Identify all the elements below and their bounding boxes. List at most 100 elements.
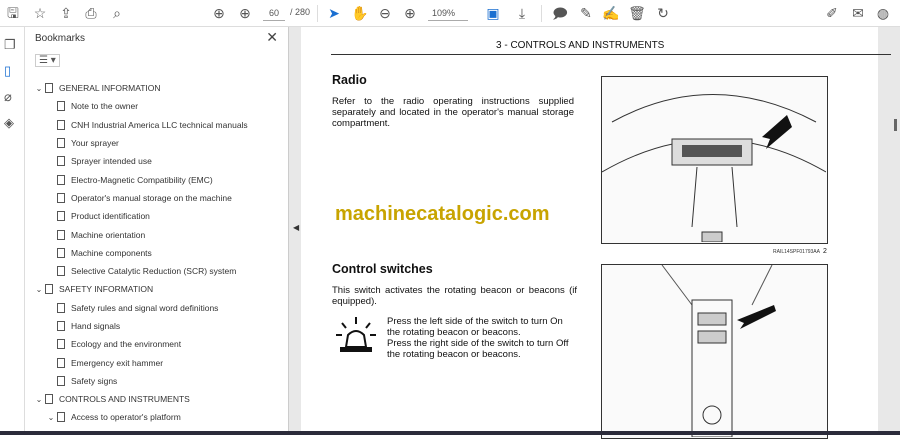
chevron-down-icon[interactable]: ⌄ [33,84,45,93]
scroll-mode-icon[interactable]: ⤓ [513,4,531,22]
save-icon[interactable]: 🖫 [4,4,22,22]
radio-figure [601,76,828,244]
radio-text: Refer to the radio operating instruction… [332,96,574,129]
bookmark-label: Operator's manual storage on the machine [71,192,232,203]
email-icon[interactable]: ✉ [849,4,867,22]
bookmark-item[interactable]: CNH Industrial America LLC technical man… [25,116,283,134]
bookmark-item[interactable]: Machine orientation [25,225,283,243]
bookmark-star-icon[interactable]: ☆ [31,4,49,22]
sign-icon[interactable]: ✍ [602,4,620,22]
bookmark-icon [57,211,65,222]
figure-caption: RAIL14SPF01793AA [773,249,820,255]
bookmarks-title: Bookmarks [35,33,86,44]
bookmark-item[interactable]: Emergency exit hammer [25,353,283,371]
bookmark-label: GENERAL INFORMATION [59,83,161,94]
bookmark-icon [57,266,65,277]
bookmark-icon [57,192,65,203]
bookmark-icon [45,394,53,405]
bookmark-icon [57,229,65,240]
fill-sign-icon[interactable]: ✐ [823,4,841,22]
bookmark-label: Safety rules and signal word definitions [71,302,219,313]
bookmark-icon [57,412,65,423]
print-icon[interactable]: ⎙ [82,4,100,22]
layers-icon[interactable]: ◈ [4,115,14,131]
bookmark-item[interactable]: Selective Catalytic Reduction (SCR) syst… [25,262,283,280]
zoom-out-icon[interactable]: ⊖ [376,4,394,22]
bookmark-label: Emergency exit hammer [71,357,164,368]
bookmark-item[interactable]: Hand signals [25,317,283,335]
bookmark-icon [57,321,65,331]
delete-icon[interactable]: 🗑 [628,4,646,22]
page-number-input[interactable]: 60 [263,5,285,21]
beacon-icon [336,317,376,352]
bookmark-item[interactable]: ⌄ CONTROLS AND INSTRUMENTS [25,390,283,408]
bookmark-label: Safety signs [71,375,118,386]
switch-figure [601,264,828,439]
close-icon[interactable]: ✕ [266,29,278,46]
search-icon[interactable]: ⌕ [108,4,126,22]
collapse-left-icon[interactable]: ◀ [293,223,299,232]
collapse-right-handle[interactable] [894,119,897,131]
bookmark-icon [57,247,65,258]
bookmark-item[interactable]: Ecology and the environment [25,335,283,353]
bookmark-icon [57,101,65,112]
bookmark-label: CONTROLS AND INSTRUMENTS [59,394,190,405]
bookmark-item[interactable]: Operator's manual storage on the machine [25,189,283,207]
bookmark-label: Product identification [71,211,150,222]
figure-number: 2 [823,248,827,255]
zoom-select[interactable]: 109% [428,5,468,21]
bookmark-label: SAFETY INFORMATION [59,284,154,295]
bookmark-item[interactable]: Safety rules and signal word definitions [25,299,283,317]
bookmark-item[interactable]: ⌄ SAFETY INFORMATION [25,280,283,298]
bookmark-label: CNH Industrial America LLC technical man… [71,119,248,130]
next-page-icon[interactable]: ⊕ [236,4,254,22]
upload-icon[interactable]: ⇪ [57,4,75,22]
bookmark-label: Note to the owner [71,101,139,112]
bookmark-item[interactable]: Product identification [25,207,283,225]
chevron-down-icon[interactable]: ⌄ [33,285,45,294]
bookmark-icon [57,138,65,149]
bookmark-item[interactable]: Safety signs [25,372,283,390]
bookmark-label: Selective Catalytic Reduction (SCR) syst… [71,266,237,277]
page-header: 3 - CONTROLS AND INSTRUMENTS [496,40,665,51]
switch-on-text: Press the left side of the switch to tur… [387,316,563,338]
attachment-icon[interactable]: ⌀ [4,89,12,105]
fit-page-icon[interactable]: ▣ [484,4,502,22]
hand-icon[interactable]: ✋ [351,4,369,22]
radio-heading: Radio [332,73,367,87]
bookmark-item[interactable]: Machine components [25,244,283,262]
select-cursor-icon[interactable]: ➤ [325,4,343,22]
pdf-page: 3 - CONTROLS AND INSTRUMENTS Radio Refer… [301,27,891,439]
chevron-down-icon[interactable]: ⌄ [33,395,45,404]
zoom-in-icon[interactable]: ⊕ [401,4,419,22]
side-rail: ❐ ▯ ⌀ ◈ [0,27,25,435]
bookmark-icon [57,119,65,130]
switch-text: This switch activates the rotating beaco… [332,285,577,307]
rotate-icon[interactable]: ↻ [654,4,672,22]
document-viewer: ◀ 3 - CONTROLS AND INSTRUMENTS Radio Ref… [289,27,900,439]
bookmark-label: Electro-Magnetic Compatibility (EMC) [71,174,213,185]
highlight-pen-icon[interactable]: ✎ [577,4,595,22]
toolbar: 🖫 ☆ ⇪ ⎙ ⌕ ⊕ ⊕ 60 / 280 ➤ ✋ ⊖ ⊕ 109% ▣ ⤓ … [0,0,900,27]
bookmarks-icon[interactable]: ▯ [4,63,11,79]
bookmark-options-button[interactable]: ☰ ▾ [35,54,60,67]
bookmark-label: Ecology and the environment [71,339,182,350]
bookmark-item[interactable]: Electro-Magnetic Compatibility (EMC) [25,170,283,188]
bookmark-item[interactable]: Your sprayer [25,134,283,152]
bookmark-item[interactable]: Note to the owner [25,97,283,115]
bookmark-item[interactable]: ⌄ GENERAL INFORMATION [25,79,283,97]
bookmark-list: ⌄ GENERAL INFORMATION Note to the owner CNH… [25,79,283,427]
pages-icon[interactable]: ❐ [4,37,16,53]
bookmark-item[interactable]: ⌄ Access to operator's platform [25,408,283,426]
bookmark-icon [57,302,65,313]
bookmark-icon [57,357,65,368]
prev-page-icon[interactable]: ⊕ [210,4,228,22]
account-icon[interactable]: ◍ [874,4,892,22]
bookmark-item[interactable]: Sprayer intended use [25,152,283,170]
bookmark-label: Your sprayer [71,138,119,149]
watermark: machinecatalogic.com [335,203,550,225]
page-total: / 280 [290,7,311,17]
chevron-down-icon[interactable]: ⌄ [45,413,57,422]
comment-icon[interactable]: 🗩 [551,4,569,22]
bookmark-icon [57,156,65,167]
